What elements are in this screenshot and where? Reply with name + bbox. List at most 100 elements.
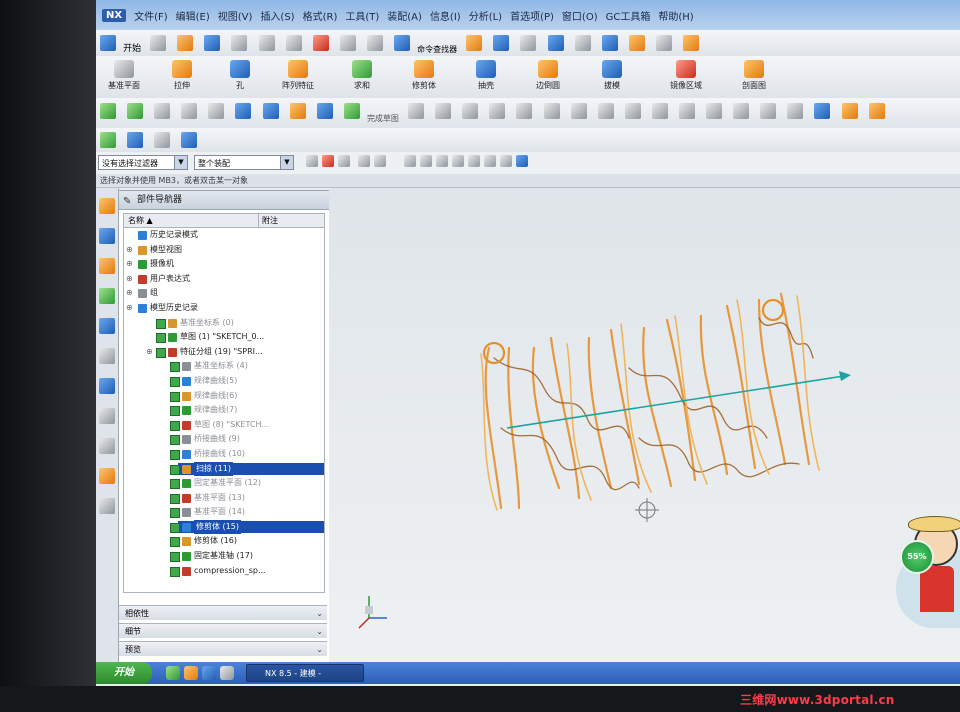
visibility-checkbox[interactable]	[170, 435, 180, 446]
system-materials-icon[interactable]	[99, 408, 115, 424]
tree-row[interactable]: ⊕ 模型历史记录	[124, 301, 324, 316]
center-icon[interactable]	[452, 155, 464, 167]
tree-row[interactable]: 桥接曲线 (10)	[124, 447, 324, 462]
menu-information[interactable]: 信息(I)	[430, 8, 461, 23]
tree-row[interactable]: ⊕ 特征分组 (19) "SPRI...	[124, 345, 324, 360]
tree-row[interactable]: 基准平面 (14)	[124, 505, 324, 520]
selection-scope-select[interactable]: 整个装配 ▼	[194, 155, 294, 170]
constraint-navigator-icon[interactable]	[99, 228, 115, 244]
fit-view-icon[interactable]	[493, 35, 510, 51]
paste-icon[interactable]	[285, 35, 302, 51]
chevron-down-icon[interactable]: ⌄	[316, 624, 323, 639]
offset-curve-icon[interactable]	[760, 103, 777, 119]
midpoint-icon[interactable]	[436, 155, 448, 167]
filter-icon[interactable]	[322, 155, 334, 167]
undo-icon[interactable]	[339, 35, 356, 51]
part-navigator-icon[interactable]	[99, 258, 115, 274]
sketch-icon[interactable]	[100, 103, 116, 119]
mirror-region-button[interactable]: 镜像区域	[664, 60, 708, 91]
system-scenes-icon[interactable]	[99, 498, 115, 514]
visibility-checkbox[interactable]	[170, 449, 180, 460]
tree-row[interactable]: 历史记录模式	[124, 228, 324, 243]
visibility-checkbox[interactable]	[170, 566, 180, 577]
tree-row[interactable]: 固定基准轴 (17)	[124, 549, 324, 564]
cube-view-icon[interactable]	[547, 35, 564, 51]
arc-icon[interactable]	[462, 103, 479, 119]
visibility-checkbox[interactable]	[170, 493, 180, 504]
menu-format[interactable]: 格式(R)	[303, 8, 338, 23]
rectangle-icon[interactable]	[570, 103, 587, 119]
snap-icon[interactable]	[338, 155, 350, 167]
visibility-checkbox[interactable]	[170, 464, 180, 475]
tree-row[interactable]: 桥接曲线 (9)	[124, 432, 324, 447]
print-icon[interactable]	[154, 132, 171, 148]
menu-analysis[interactable]: 分析(L)	[469, 8, 502, 23]
menu-insert[interactable]: 插入(S)	[260, 8, 294, 23]
finish-sketch-icon[interactable]	[343, 103, 360, 119]
expand-icon[interactable]: ⊕	[126, 301, 133, 316]
tree-row[interactable]: 扫掠 (11)	[124, 461, 324, 477]
visibility-checkbox[interactable]	[170, 508, 180, 519]
pattern-feature-button[interactable]: 阵列特征	[276, 60, 320, 91]
layer-icon[interactable]	[601, 35, 618, 51]
orient-view-icon[interactable]	[520, 35, 537, 51]
name-column-header[interactable]: 名称 ▲	[128, 214, 153, 227]
attached-column-header[interactable]: 附注	[258, 214, 278, 227]
visibility-checkbox[interactable]	[170, 522, 180, 533]
start-button[interactable]: 开始	[96, 662, 152, 684]
tree-row[interactable]: 固定基准平面 (12)	[124, 476, 324, 491]
graphics-window[interactable]: 55%	[329, 188, 960, 666]
polygon-icon[interactable]	[651, 103, 668, 119]
visibility-checkbox[interactable]	[156, 347, 166, 358]
tree-row[interactable]: 规律曲线(7)	[124, 403, 324, 418]
layer-select-icon[interactable]	[374, 155, 386, 167]
chevron-down-icon[interactable]: ⌄	[316, 606, 323, 621]
menu-help[interactable]: 帮助(H)	[658, 8, 693, 23]
dependencies-panel[interactable]: 相依性 ⌄	[119, 605, 327, 620]
navigator-tree[interactable]: 名称 ▲ 附注 历史记录模式 ⊕ 模型视图 ⊕ 摄像机 ⊕ 用户表达式 ⊕ 组 ⊕ 模型历史记录 基准…	[123, 213, 325, 593]
on-curve-icon[interactable]	[500, 155, 512, 167]
menu-edit[interactable]: 编辑(E)	[176, 8, 210, 23]
assembly-icon[interactable]	[181, 103, 198, 119]
cut-icon[interactable]	[231, 35, 248, 51]
point-icon[interactable]	[624, 103, 641, 119]
visibility-checkbox[interactable]	[170, 391, 180, 402]
visibility-checkbox[interactable]	[170, 537, 180, 548]
reuse-library-icon[interactable]	[99, 288, 115, 304]
type-filter-select[interactable]: 没有选择过滤器 ▼	[98, 155, 188, 170]
tree-row[interactable]: ⊕ 模型视图	[124, 243, 324, 258]
menu-gc-toolbox[interactable]: GC工具箱	[606, 8, 651, 23]
web-browser-icon[interactable]	[99, 348, 115, 364]
feature-icon[interactable]	[127, 103, 144, 119]
arrow-icon[interactable]	[208, 103, 225, 119]
tree-row[interactable]: 基准坐标系 (0)	[124, 316, 324, 331]
floating-widget[interactable]: 55%	[886, 512, 960, 630]
unite-button[interactable]: 求和	[340, 60, 384, 91]
section-view-button[interactable]: 剖面图	[732, 60, 776, 91]
quadrant-icon[interactable]	[468, 155, 480, 167]
tree-row[interactable]: 修剪体 (16)	[124, 534, 324, 549]
display-constraint-icon[interactable]	[841, 103, 858, 119]
menu-view[interactable]: 视图(V)	[218, 8, 253, 23]
menu-file[interactable]: 文件(F)	[134, 8, 168, 23]
shell-button[interactable]: 抽壳	[464, 60, 508, 91]
share-icon[interactable]	[181, 132, 198, 148]
redo-icon[interactable]	[366, 35, 383, 51]
measure-icon[interactable]	[655, 35, 672, 51]
visibility-checkbox[interactable]	[170, 376, 180, 387]
copy-icon[interactable]	[258, 35, 275, 51]
chevron-down-icon[interactable]: ▼	[174, 156, 187, 169]
cube-icon[interactable]	[868, 103, 885, 119]
profile-icon[interactable]	[408, 103, 425, 119]
menu-preferences[interactable]: 首选项(P)	[510, 8, 554, 23]
tree-row[interactable]: compression_sp...	[124, 564, 324, 579]
assembly-navigator-icon[interactable]	[99, 198, 115, 214]
expand-icon[interactable]: ⊕	[126, 286, 133, 301]
quick-extend-icon[interactable]	[706, 103, 723, 119]
hd3d-tools-icon[interactable]	[99, 318, 115, 334]
menu-window[interactable]: 窗口(O)	[562, 8, 598, 23]
nx-task-button[interactable]: NX 8.5 - 建模 -	[246, 664, 364, 682]
trim-body-button[interactable]: 修剪体	[402, 60, 446, 91]
edge-blend-button[interactable]: 边倒圆	[526, 60, 570, 91]
tree-row[interactable]: ⊕ 摄像机	[124, 257, 324, 272]
